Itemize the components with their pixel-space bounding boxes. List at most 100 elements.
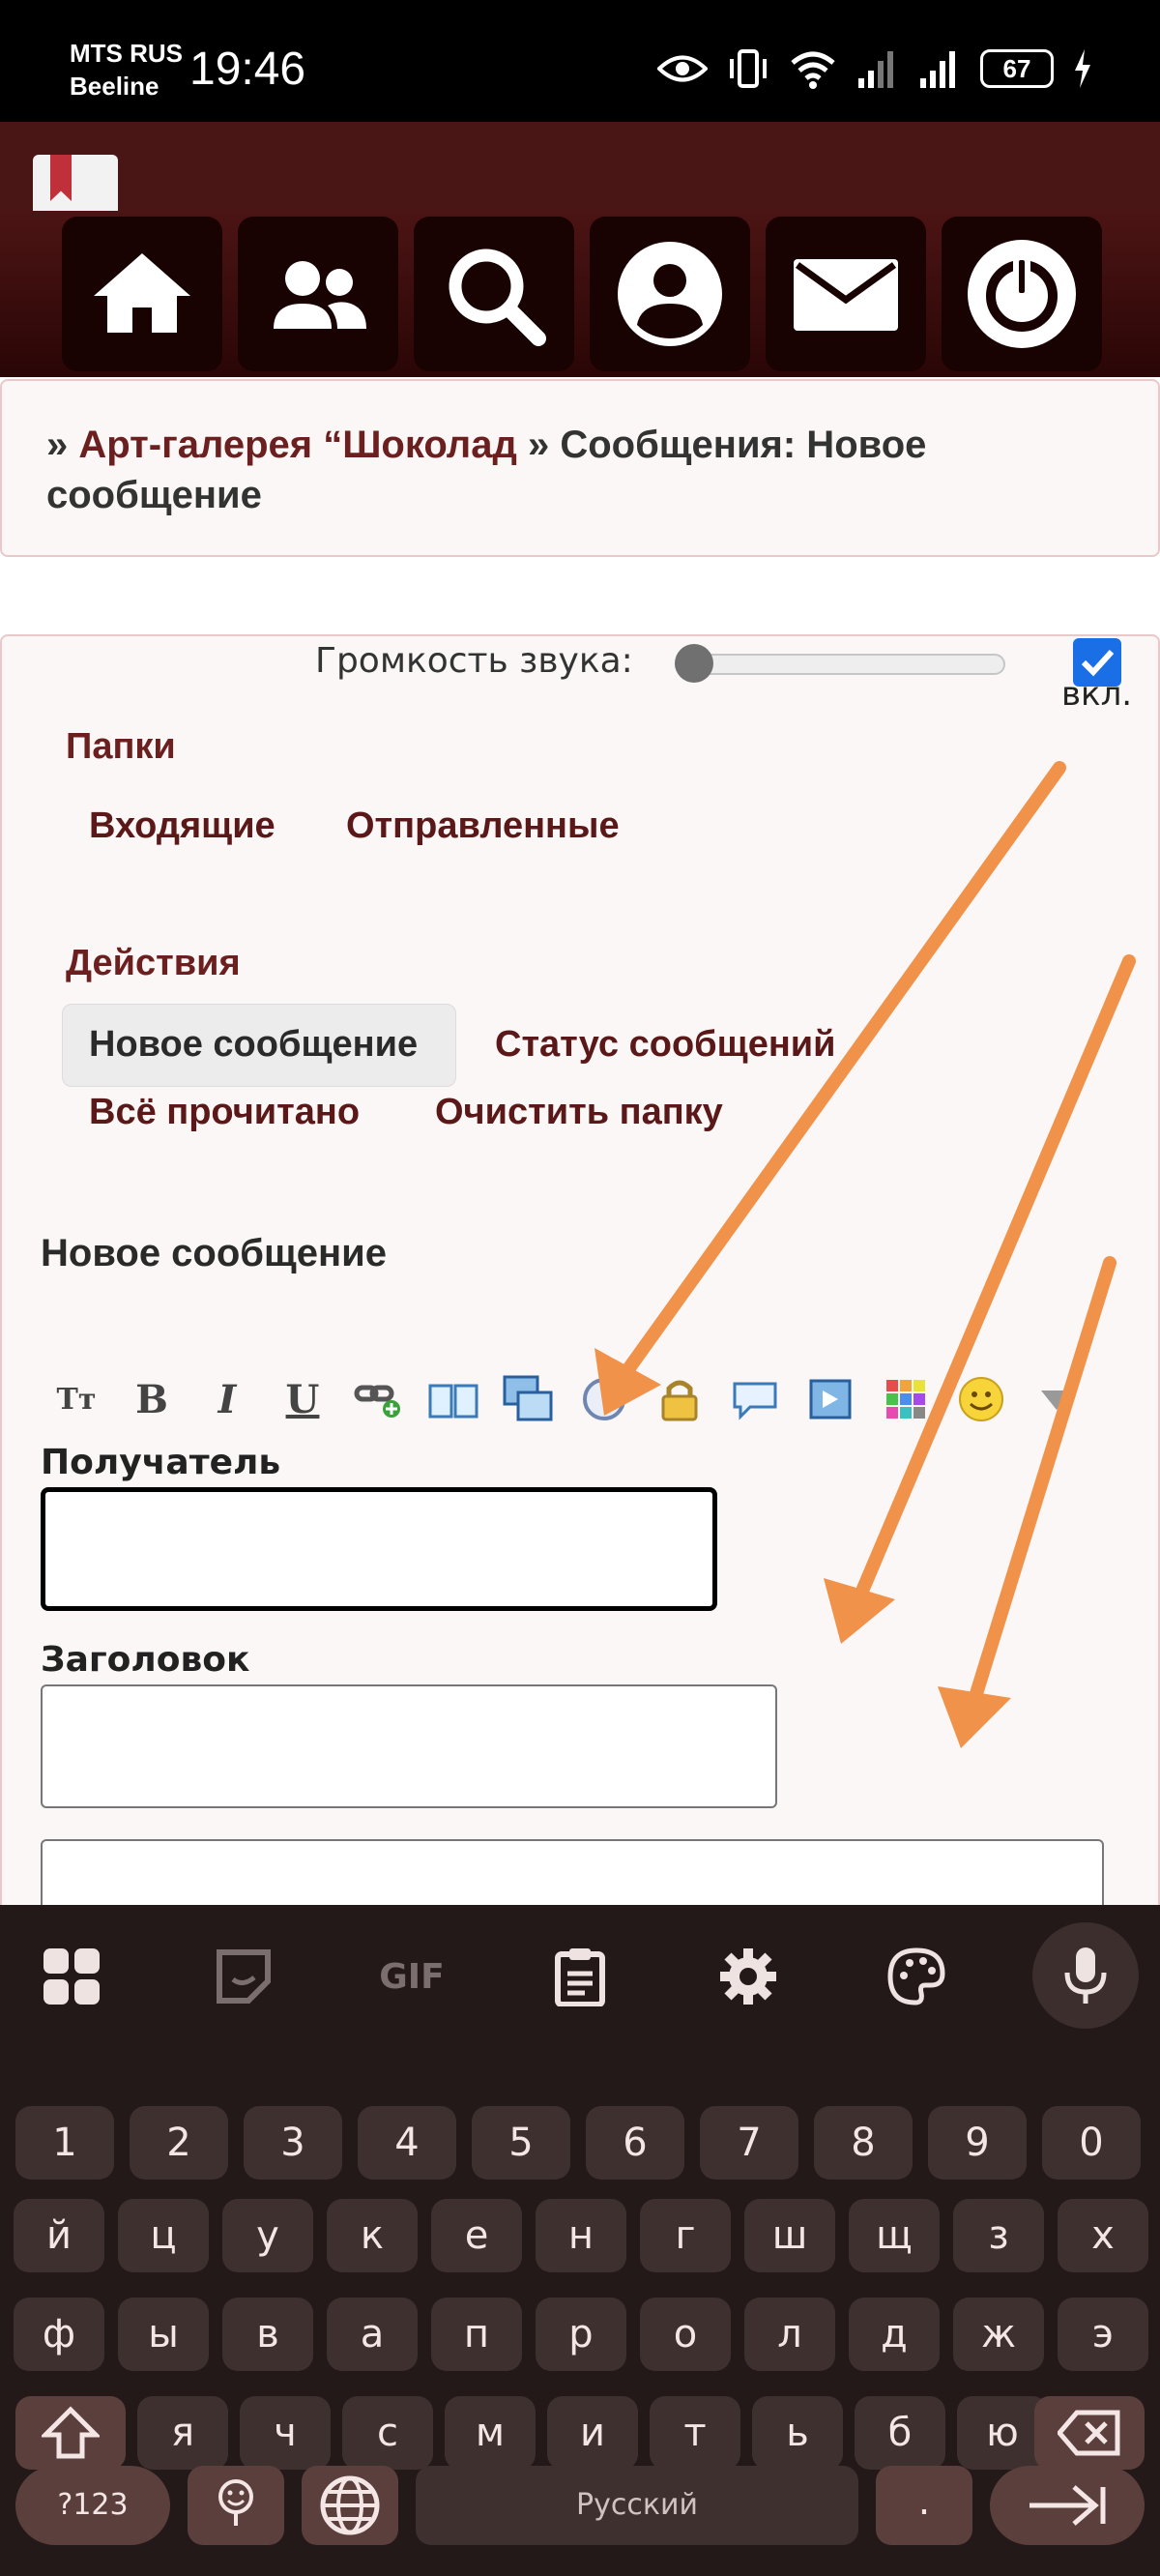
- recipient-field[interactable]: [41, 1487, 717, 1611]
- emoji-key[interactable]: [188, 2466, 284, 2545]
- key-letter[interactable]: г: [640, 2199, 731, 2272]
- dropdown-arrow-icon[interactable]: [1029, 1371, 1085, 1427]
- vibrate-icon: [730, 49, 767, 88]
- breadcrumb-link-gallery[interactable]: Арт-галерея “Шоколад: [78, 424, 516, 466]
- key-letter[interactable]: ф: [14, 2298, 104, 2371]
- key-letter[interactable]: о: [640, 2298, 731, 2371]
- kb-clipboard-button[interactable]: [532, 1928, 628, 2025]
- space-key[interactable]: Русский: [416, 2466, 858, 2545]
- breadcrumb: » Арт-галерея “Шоколад » Сообщения: Ново…: [46, 420, 1110, 520]
- volume-slider-thumb[interactable]: [675, 644, 713, 683]
- search-icon: [449, 249, 546, 346]
- key-letter[interactable]: й: [14, 2199, 104, 2272]
- kb-theme-button[interactable]: [868, 1928, 965, 2025]
- action-message-status-link[interactable]: Статус сообщений: [495, 1021, 836, 1068]
- key-letter[interactable]: ы: [118, 2298, 209, 2371]
- shift-icon: [39, 2406, 102, 2459]
- key-7[interactable]: 7: [700, 2106, 798, 2180]
- key-letter[interactable]: т: [650, 2396, 740, 2470]
- nav-logout-button[interactable]: [942, 217, 1102, 371]
- key-letter[interactable]: щ: [849, 2199, 940, 2272]
- users-icon: [274, 261, 366, 329]
- nav-search-button[interactable]: [414, 217, 574, 371]
- key-letter[interactable]: к: [327, 2199, 418, 2272]
- nav-users-button[interactable]: [238, 217, 398, 371]
- key-9[interactable]: 9: [928, 2106, 1027, 2180]
- key-letter[interactable]: ш: [744, 2199, 835, 2272]
- kb-settings-button[interactable]: [700, 1928, 797, 2025]
- italic-icon[interactable]: I: [199, 1371, 255, 1427]
- key-0[interactable]: 0: [1042, 2106, 1141, 2180]
- key-letter[interactable]: е: [431, 2199, 522, 2272]
- kb-sticker-button[interactable]: [195, 1928, 292, 2025]
- globe-icon: [320, 2475, 380, 2535]
- subject-field[interactable]: [41, 1684, 777, 1808]
- key-letter[interactable]: ь: [752, 2396, 843, 2470]
- action-new-message-link[interactable]: Новое сообщение: [89, 1021, 418, 1068]
- smiley-icon[interactable]: [953, 1371, 1009, 1427]
- color-grid-icon[interactable]: [878, 1371, 934, 1427]
- key-letter[interactable]: а: [327, 2298, 418, 2371]
- key-letter[interactable]: з: [953, 2199, 1044, 2272]
- bold-icon[interactable]: B: [124, 1371, 180, 1427]
- media-icon[interactable]: [802, 1371, 858, 1427]
- sticker-icon: [217, 1949, 271, 2004]
- key-letter[interactable]: п: [431, 2298, 522, 2371]
- key-letter[interactable]: у: [222, 2199, 313, 2272]
- profile-icon: [618, 242, 722, 346]
- key-letter[interactable]: м: [445, 2396, 536, 2470]
- key-letter[interactable]: ц: [118, 2199, 209, 2272]
- key-1[interactable]: 1: [15, 2106, 114, 2180]
- key-letter[interactable]: б: [855, 2396, 945, 2470]
- folder-inbox-link[interactable]: Входящие: [89, 803, 276, 849]
- action-clear-folder-link[interactable]: Очистить папку: [435, 1089, 723, 1135]
- nav-profile-button[interactable]: [590, 217, 750, 371]
- images-icon[interactable]: [501, 1371, 557, 1427]
- language-key[interactable]: [302, 2466, 398, 2545]
- folder-sent-link[interactable]: Отправленные: [346, 803, 620, 849]
- key-letter[interactable]: л: [744, 2298, 835, 2371]
- key-letter[interactable]: я: [137, 2396, 228, 2470]
- shift-key[interactable]: [15, 2396, 126, 2470]
- volume-slider[interactable]: [675, 654, 1005, 675]
- nav-home-button[interactable]: [62, 217, 222, 371]
- carrier-line-1: MTS RUS: [70, 39, 183, 68]
- key-letter[interactable]: и: [547, 2396, 638, 2470]
- key-letter[interactable]: ж: [953, 2298, 1044, 2371]
- lock-icon[interactable]: [652, 1371, 708, 1427]
- nav-bar: [0, 211, 1160, 377]
- symbols-key[interactable]: ?123: [15, 2466, 170, 2545]
- kb-gif-button[interactable]: GIF: [363, 1928, 460, 2025]
- enter-key[interactable]: [990, 2466, 1145, 2545]
- site-header-bar: [0, 122, 1160, 211]
- action-mark-all-read-link[interactable]: Всё прочитано: [89, 1089, 360, 1135]
- kb-apps-button[interactable]: [23, 1928, 120, 2025]
- key-letter[interactable]: д: [849, 2298, 940, 2371]
- nav-mail-button[interactable]: [766, 217, 926, 371]
- key-3[interactable]: 3: [244, 2106, 342, 2180]
- period-key[interactable]: .: [876, 2466, 972, 2545]
- key-5[interactable]: 5: [472, 2106, 570, 2180]
- speech-bubble-icon[interactable]: [727, 1371, 783, 1427]
- key-letter[interactable]: в: [222, 2298, 313, 2371]
- clipboard-icon: [555, 1948, 605, 2006]
- key-2[interactable]: 2: [130, 2106, 228, 2180]
- clock-icon[interactable]: [576, 1371, 632, 1427]
- key-letter[interactable]: э: [1058, 2298, 1148, 2371]
- kb-voice-button[interactable]: [1032, 1922, 1139, 2029]
- key-6[interactable]: 6: [586, 2106, 684, 2180]
- link-icon[interactable]: [350, 1371, 406, 1427]
- key-4[interactable]: 4: [358, 2106, 456, 2180]
- key-letter[interactable]: с: [342, 2396, 433, 2470]
- backspace-key[interactable]: [1034, 2396, 1145, 2470]
- key-8[interactable]: 8: [814, 2106, 913, 2180]
- book-icon[interactable]: [425, 1371, 481, 1427]
- key-letter[interactable]: х: [1058, 2199, 1148, 2272]
- key-letter[interactable]: ч: [240, 2396, 331, 2470]
- key-letter[interactable]: н: [536, 2199, 626, 2272]
- key-letter[interactable]: р: [536, 2298, 626, 2371]
- home-icon: [94, 253, 190, 333]
- status-bar: MTS RUS Beeline 19:46 67: [0, 0, 1160, 122]
- text-size-icon[interactable]: Tт: [48, 1371, 104, 1427]
- underline-icon[interactable]: U: [275, 1371, 331, 1427]
